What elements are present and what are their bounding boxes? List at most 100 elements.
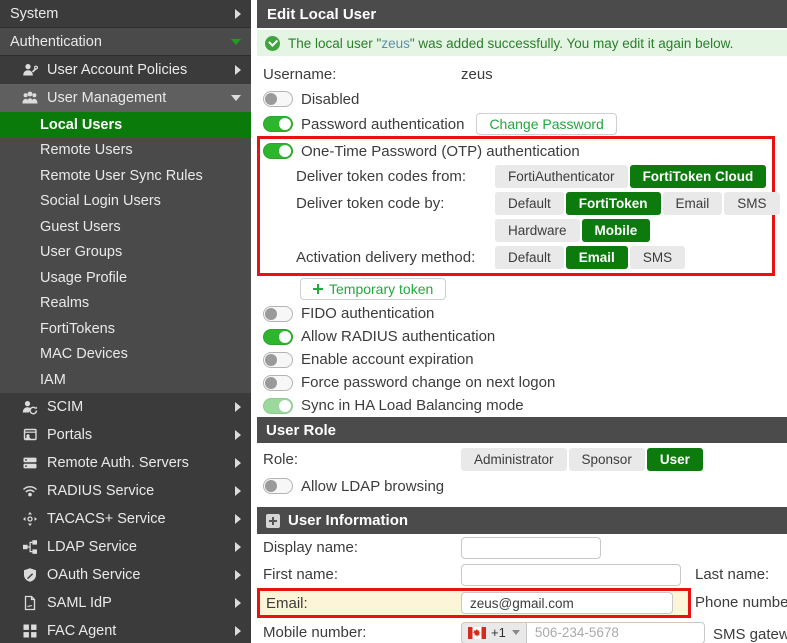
last-name-label: Last name: — [695, 566, 770, 583]
chevron-right-icon — [235, 541, 241, 552]
chevron-right-icon — [235, 457, 241, 468]
ldap-browsing-toggle[interactable] — [263, 478, 293, 494]
phone-number-label: Phone number: — [695, 594, 787, 611]
sidebar-item-user-account-policies[interactable]: User Account Policies — [0, 56, 251, 84]
sidebar-item-tacacs-service[interactable]: TACACS+ Service — [0, 505, 251, 533]
sidebar-item-remote-user-sync-rules[interactable]: Remote User Sync Rules — [0, 163, 251, 189]
sidebar-item-social-login-users[interactable]: Social Login Users — [0, 189, 251, 215]
banner-username: zeus — [381, 35, 410, 51]
email-annotation-box: Email: — [257, 588, 691, 618]
token-type-segment: Hardware Mobile — [495, 219, 652, 242]
fido-toggle[interactable] — [263, 305, 293, 322]
activation-label: Activation delivery method: — [296, 249, 476, 266]
chevron-down-icon — [511, 630, 520, 635]
option-sms[interactable]: SMS — [724, 192, 780, 215]
display-name-input[interactable] — [461, 536, 601, 559]
password-auth-toggle[interactable] — [263, 116, 293, 132]
first-name-row: First name: Last name: — [257, 561, 787, 588]
sidebar-item-ldap-service[interactable]: LDAP Service — [0, 533, 251, 561]
expand-icon[interactable] — [266, 513, 280, 528]
fido-row: FIDO authentication — [257, 302, 787, 325]
sidebar-item-oauth-service[interactable]: OAuth Service — [0, 561, 251, 589]
chevron-right-icon — [235, 513, 241, 524]
disabled-row: Disabled — [257, 86, 787, 112]
servers-icon — [22, 455, 39, 471]
user-refresh-icon — [22, 399, 39, 415]
sidebar-item-usage-profile[interactable]: Usage Profile — [0, 265, 251, 291]
otp-annotation-box: One-Time Password (OTP) authentication D… — [257, 136, 780, 276]
option-default[interactable]: Default — [495, 246, 564, 269]
disabled-toggle[interactable] — [263, 91, 293, 107]
chevron-down-icon — [231, 38, 241, 45]
display-name-row: Display name: — [257, 534, 787, 561]
users-group-icon — [22, 90, 39, 106]
radius-row: Allow RADIUS authentication — [257, 325, 787, 348]
sidebar-item-system[interactable]: System — [0, 0, 251, 28]
sidebar-item-scim[interactable]: SCIM — [0, 393, 251, 421]
option-user[interactable]: User — [646, 447, 703, 471]
sidebar-item-user-management[interactable]: User Management — [0, 84, 251, 112]
role-segment: Administrator Sponsor User — [461, 447, 705, 471]
chevron-right-icon — [235, 429, 241, 440]
first-name-input[interactable] — [461, 563, 681, 586]
option-hardware[interactable]: Hardware — [495, 219, 580, 242]
sidebar-item-saml-idp[interactable]: SAML IdP — [0, 589, 251, 617]
hierarchy-icon — [22, 539, 39, 555]
portal-icon — [22, 427, 39, 443]
ha-sync-toggle[interactable] — [263, 397, 293, 414]
option-fortitoken[interactable]: FortiToken — [565, 192, 661, 215]
ldap-browsing-row: Allow LDAP browsing — [257, 475, 787, 497]
option-administrator[interactable]: Administrator — [461, 447, 567, 471]
option-fortitoken-cloud[interactable]: FortiToken Cloud — [629, 165, 767, 188]
activation-segment: Default Email SMS — [495, 246, 687, 269]
sidebar-item-guest-users[interactable]: Guest Users — [0, 214, 251, 240]
option-email[interactable]: Email — [662, 192, 723, 215]
otp-row: One-Time Password (OTP) authentication — [260, 139, 772, 163]
sidebar-item-remote-auth-servers[interactable]: Remote Auth. Servers — [0, 449, 251, 477]
mobile-number-row: Mobile number: +1 SMS gateway: — [257, 620, 787, 643]
option-sponsor[interactable]: Sponsor — [568, 447, 645, 471]
option-fortiauthenticator[interactable]: FortiAuthenticator — [495, 165, 628, 188]
user-management-submenu: Local Users Remote Users Remote User Syn… — [0, 112, 251, 393]
option-default[interactable]: Default — [495, 192, 564, 215]
radius-toggle[interactable] — [263, 328, 293, 345]
sidebar-item-portals[interactable]: Portals — [0, 421, 251, 449]
email-input[interactable] — [461, 592, 673, 614]
deliver-from-row: Deliver token codes from: FortiAuthentic… — [260, 163, 772, 190]
temporary-token-button[interactable]: Temporary token — [300, 278, 447, 300]
option-email[interactable]: Email — [565, 246, 628, 269]
grid-icon — [22, 623, 39, 639]
sidebar-item-user-groups[interactable]: User Groups — [0, 240, 251, 266]
role-row: Role: Administrator Sponsor User — [257, 443, 787, 475]
sidebar-item-authentication[interactable]: Authentication — [0, 28, 251, 56]
option-sms[interactable]: SMS — [629, 246, 686, 269]
change-password-button[interactable]: Change Password — [476, 113, 617, 135]
success-banner: The local user "zeus" was added successf… — [257, 30, 787, 56]
otp-toggle[interactable] — [263, 143, 293, 159]
sidebar: System Authentication User Account Polic… — [0, 0, 251, 643]
country-code-select[interactable]: +1 — [461, 621, 527, 643]
temporary-token-row: Temporary token — [257, 276, 787, 302]
account-expiration-toggle[interactable] — [263, 351, 293, 368]
force-password-toggle[interactable] — [263, 374, 293, 391]
ha-sync-row: Sync in HA Load Balancing mode — [257, 394, 787, 417]
sidebar-item-remote-users[interactable]: Remote Users — [0, 138, 251, 164]
sidebar-item-fortitokens[interactable]: FortiTokens — [0, 316, 251, 342]
sidebar-item-iam[interactable]: IAM — [0, 367, 251, 393]
sidebar-item-mac-devices[interactable]: MAC Devices — [0, 342, 251, 368]
username-value: zeus — [461, 65, 493, 83]
role-label: Role: — [263, 450, 299, 468]
sidebar-item-radius-service[interactable]: RADIUS Service — [0, 477, 251, 505]
document-icon — [22, 595, 39, 611]
option-mobile[interactable]: Mobile — [581, 219, 651, 242]
disabled-label: Disabled — [301, 90, 360, 108]
mobile-number-input[interactable] — [526, 621, 705, 643]
sidebar-item-local-users[interactable]: Local Users — [0, 112, 251, 138]
sidebar-item-fac-agent[interactable]: FAC Agent — [0, 617, 251, 643]
sidebar-item-realms[interactable]: Realms — [0, 291, 251, 317]
deliver-by-segment: Default FortiToken Email SMS — [495, 192, 782, 215]
canada-flag-icon — [468, 626, 486, 639]
chevron-right-icon — [235, 8, 241, 19]
deliver-by-label: Deliver token code by: — [296, 195, 445, 212]
user-wrench-icon — [22, 62, 39, 78]
